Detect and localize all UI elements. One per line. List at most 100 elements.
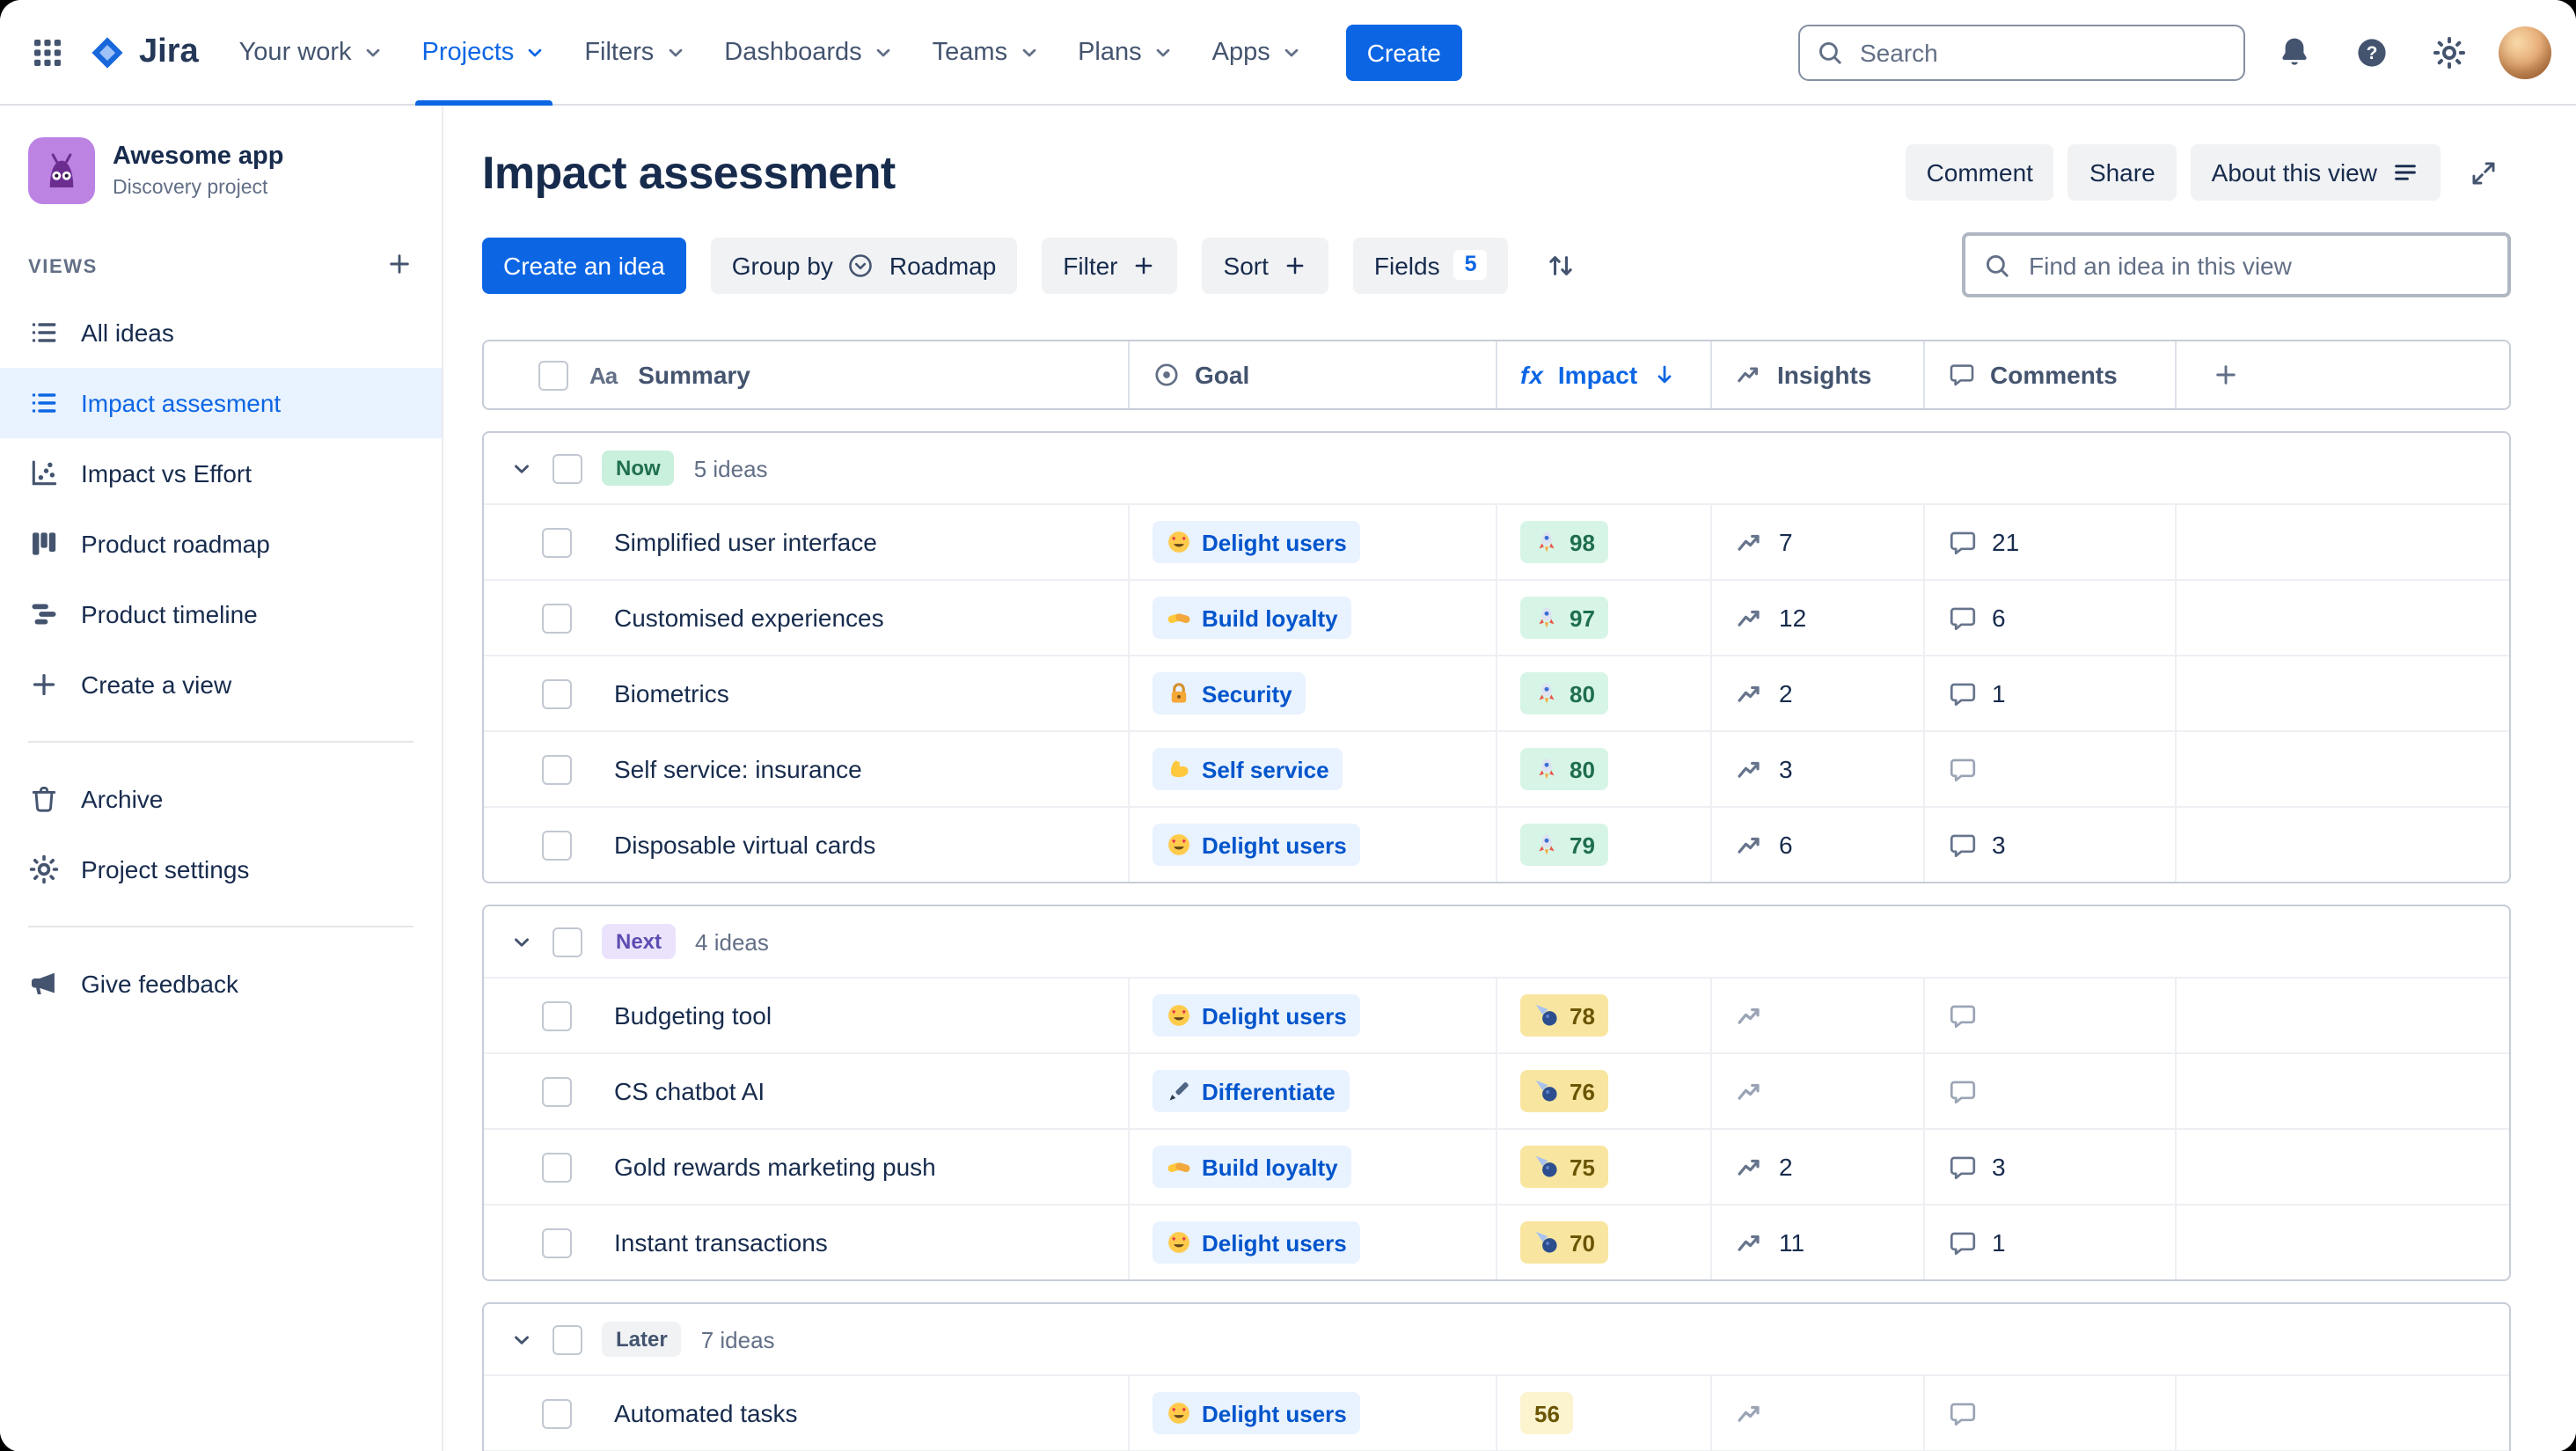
idea-row[interactable]: Instant transactions Delight users 70 11 1 — [484, 1204, 2509, 1279]
group-header[interactable]: Next 4 ideas — [484, 906, 2509, 978]
collapse-group-icon[interactable] — [510, 930, 533, 953]
impact-column-header[interactable]: fx Impact — [1496, 341, 1710, 408]
sort-button[interactable]: Sort — [1202, 237, 1328, 293]
row-checkbox[interactable] — [542, 1076, 572, 1106]
row-checkbox[interactable] — [542, 527, 572, 557]
jira-logo[interactable]: Jira — [81, 33, 216, 71]
goal-chip[interactable]: Delight users — [1153, 824, 1361, 866]
collapse-group-icon[interactable] — [510, 457, 533, 480]
nav-item-plans[interactable]: Plans — [1058, 0, 1193, 105]
formula-icon: fx — [1520, 361, 1544, 389]
goal-chip[interactable]: Self service — [1153, 748, 1343, 790]
comment-button[interactable]: Comment — [1905, 144, 2054, 201]
sidebar-item-archive[interactable]: Archive — [0, 764, 442, 834]
goal-cell: Delight users — [1128, 505, 1496, 579]
nav-item-projects[interactable]: Projects — [403, 0, 566, 105]
row-checkbox[interactable] — [542, 1000, 572, 1030]
project-header[interactable]: Awesome app Discovery project — [0, 134, 442, 225]
idea-row[interactable]: Simplified user interface Delight users 98… — [484, 505, 2509, 579]
select-all-checkbox[interactable] — [538, 360, 568, 390]
group-by-button[interactable]: Group by Roadmap — [710, 237, 1018, 293]
give-feedback-button[interactable]: Give feedback — [0, 949, 442, 1019]
expand-view-button[interactable] — [2455, 144, 2511, 201]
sidebar-item-impact-vs-effort[interactable]: Impact vs Effort — [0, 438, 442, 509]
group-checkbox[interactable] — [553, 453, 582, 483]
settings-button[interactable] — [2421, 24, 2477, 80]
sidebar-item-product-timeline[interactable]: Product timeline — [0, 579, 442, 649]
find-idea-search[interactable] — [1962, 232, 2511, 297]
comments-value[interactable]: 21 — [1948, 527, 2019, 557]
fields-button[interactable]: Fields 5 — [1352, 237, 1509, 293]
row-checkbox[interactable] — [542, 1398, 572, 1428]
comments-value[interactable] — [1948, 754, 1978, 784]
row-checkbox[interactable] — [542, 1227, 572, 1257]
row-checkbox[interactable] — [542, 754, 572, 784]
app-switcher-button[interactable] — [18, 0, 77, 105]
insights-column-header[interactable]: Insights — [1710, 341, 1923, 408]
row-checkbox[interactable] — [542, 678, 572, 708]
idea-row[interactable]: Automated tasks Delight users 56 — [484, 1376, 2509, 1450]
sidebar-item-project-settings[interactable]: Project settings — [0, 834, 442, 905]
find-idea-input[interactable] — [2025, 249, 2490, 281]
comments-column-header[interactable]: Comments — [1923, 341, 2175, 408]
global-search-input[interactable] — [1856, 36, 2228, 68]
comments-value[interactable]: 6 — [1948, 603, 2006, 633]
row-checkbox[interactable] — [542, 603, 572, 633]
row-checkbox[interactable] — [542, 830, 572, 860]
idea-row[interactable]: Customised experiences Build loyalty 97 12 6 — [484, 579, 2509, 655]
create-button[interactable]: Create — [1345, 24, 1462, 80]
sidebar-item-product-roadmap[interactable]: Product roadmap — [0, 509, 442, 579]
summary-column-header[interactable]: Aa Summary — [484, 341, 1128, 408]
group-header[interactable]: Now 5 ideas — [484, 433, 2509, 505]
add-view-button[interactable] — [385, 250, 413, 283]
goal-cell: Differentiate — [1128, 1054, 1496, 1128]
idea-row[interactable]: Self service: insurance Self service 80 3 — [484, 730, 2509, 806]
comments-value[interactable]: 1 — [1948, 1227, 2006, 1257]
filter-button[interactable]: Filter — [1042, 237, 1178, 293]
idea-row[interactable]: Gold rewards marketing push Build loyalty… — [484, 1128, 2509, 1204]
goal-chip[interactable]: Delight users — [1153, 994, 1361, 1037]
add-column-button[interactable] — [2175, 341, 2509, 408]
goal-chip[interactable]: Delight users — [1153, 521, 1361, 563]
collapse-group-icon[interactable] — [510, 1328, 533, 1351]
comments-value[interactable] — [1948, 1000, 1978, 1030]
idea-row[interactable]: Disposable virtual cards Delight users 79 6… — [484, 806, 2509, 882]
goal-chip[interactable]: Build loyalty — [1153, 597, 1352, 639]
nav-item-your-work[interactable]: Your work — [220, 0, 403, 105]
nav-item-dashboards[interactable]: Dashboards — [705, 0, 912, 105]
nav-item-filters[interactable]: Filters — [565, 0, 705, 105]
global-search[interactable] — [1798, 24, 2245, 80]
group-header[interactable]: Later 7 ideas — [484, 1304, 2509, 1376]
goal-chip[interactable]: Security — [1153, 672, 1306, 715]
share-button[interactable]: Share — [2067, 144, 2177, 201]
idea-row[interactable]: CS chatbot AI Differentiate 76 — [484, 1052, 2509, 1128]
comments-value[interactable]: 3 — [1948, 1152, 2006, 1182]
notifications-button[interactable] — [2266, 24, 2323, 80]
insights-value: 7 — [1735, 527, 1793, 557]
sidebar-item-create-a-view[interactable]: Create a view — [0, 649, 442, 720]
group-checkbox[interactable] — [553, 1324, 582, 1354]
comments-value[interactable]: 3 — [1948, 830, 2006, 860]
idea-row[interactable]: Budgeting tool Delight users 78 — [484, 978, 2509, 1052]
comments-value[interactable]: 1 — [1948, 678, 2006, 708]
goal-column-header[interactable]: Goal — [1128, 341, 1496, 408]
create-idea-button[interactable]: Create an idea — [482, 237, 686, 293]
about-this-view-button[interactable]: About this view — [2190, 144, 2441, 201]
idea-row[interactable]: Biometrics Security 80 2 1 — [484, 655, 2509, 730]
goal-chip[interactable]: Build loyalty — [1153, 1146, 1352, 1188]
user-avatar[interactable] — [2499, 26, 2551, 78]
goal-chip[interactable]: Differentiate — [1153, 1070, 1350, 1112]
table-header-row: Aa Summary Goal fx Impact Insights Comme… — [482, 340, 2511, 410]
nav-item-apps[interactable]: Apps — [1193, 0, 1321, 105]
nav-item-teams[interactable]: Teams — [913, 0, 1058, 105]
goal-chip[interactable]: Delight users — [1153, 1392, 1361, 1434]
group-checkbox[interactable] — [553, 927, 582, 956]
row-checkbox[interactable] — [542, 1152, 572, 1182]
goal-chip[interactable]: Delight users — [1153, 1221, 1361, 1264]
comments-value[interactable] — [1948, 1398, 1978, 1428]
sidebar-item-impact-assesment[interactable]: Impact assesment — [0, 368, 442, 438]
sidebar-item-all-ideas[interactable]: All ideas — [0, 297, 442, 368]
rank-button[interactable] — [1533, 237, 1590, 293]
comments-value[interactable] — [1948, 1076, 1978, 1106]
help-button[interactable]: ? — [2344, 24, 2400, 80]
